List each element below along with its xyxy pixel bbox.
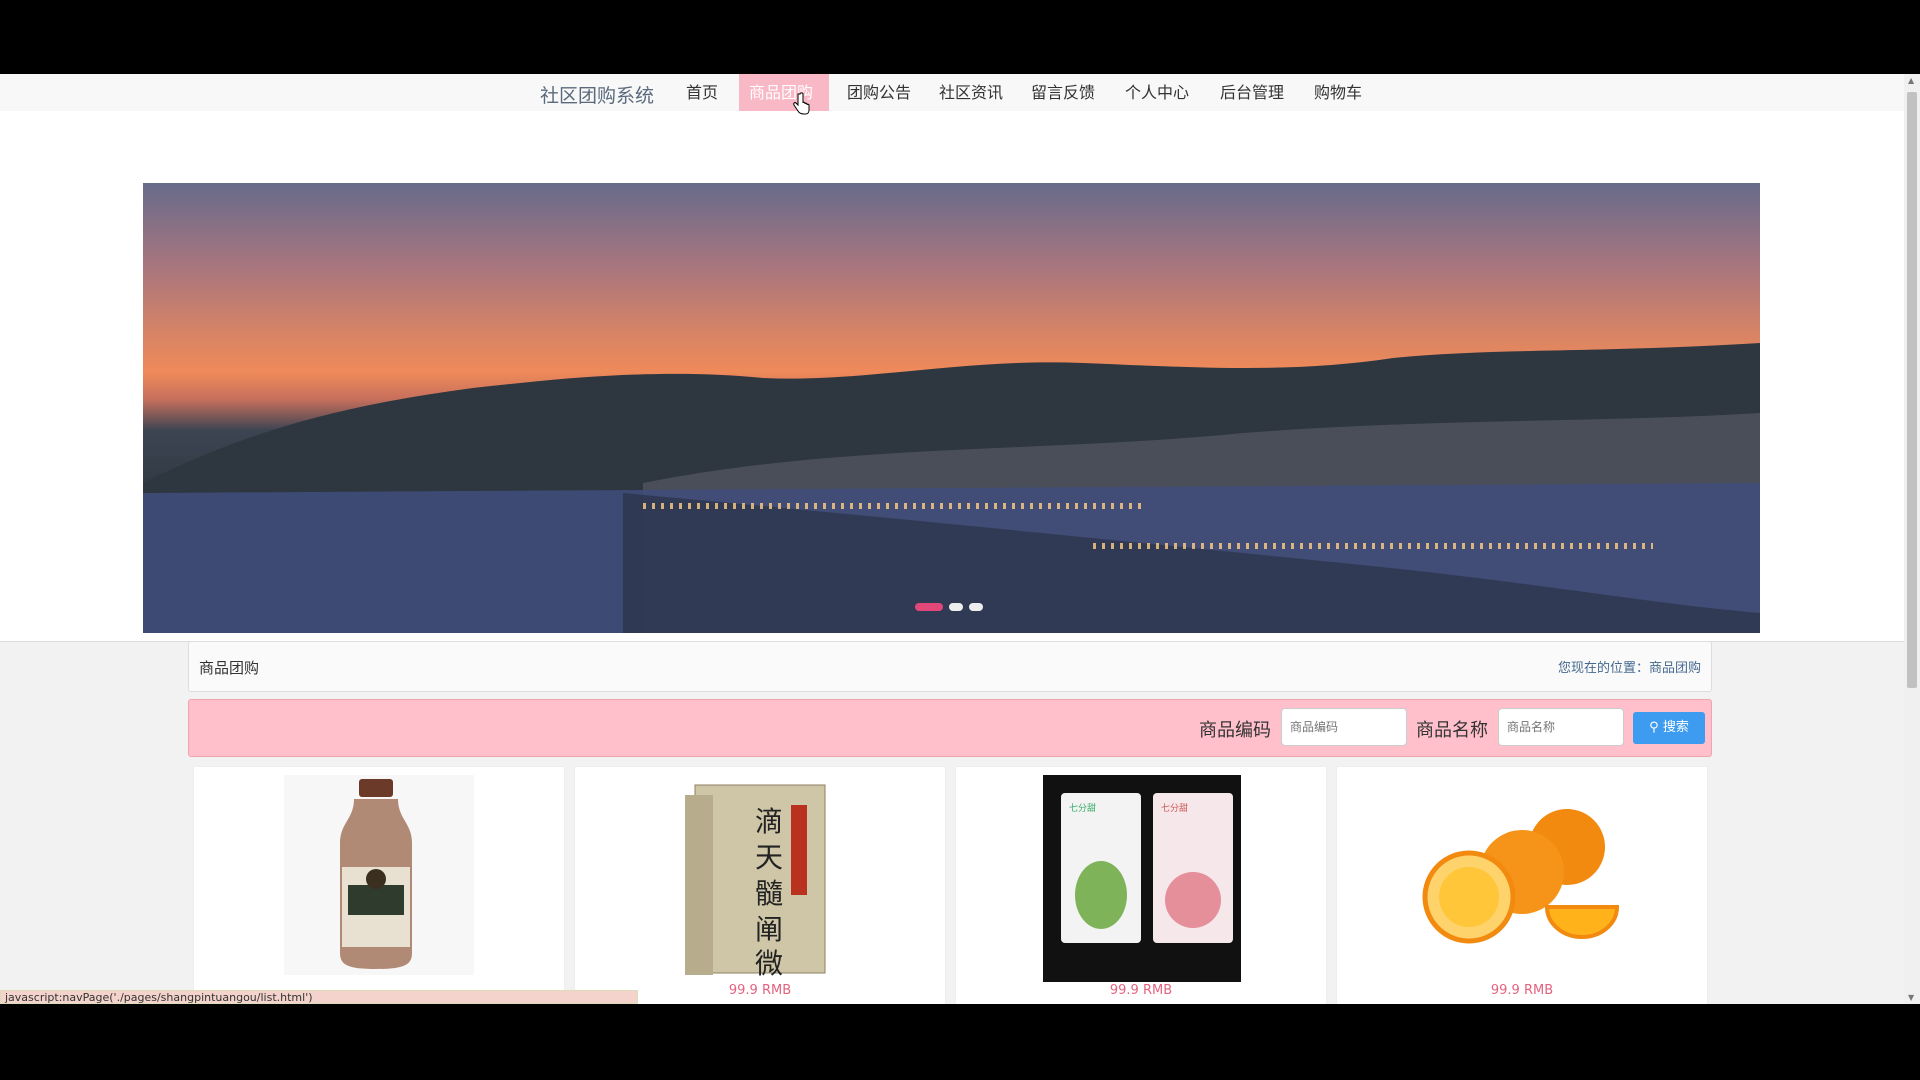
top-navbar: 社区团购系统 首页 商品团购 团购公告 社区资讯 留言反馈 个人中心 后台管理 … [0, 74, 1904, 115]
nav-item-feedback[interactable]: 留言反馈 [1021, 74, 1105, 111]
product-code-label: 商品编码 [1199, 720, 1271, 741]
carousel-dot-2[interactable] [949, 603, 963, 611]
scroll-down-icon[interactable]: ▼ [1908, 993, 1914, 1002]
nav-item-cart[interactable]: 购物车 [1304, 74, 1372, 111]
product-code-input[interactable] [1281, 708, 1407, 746]
scrollbar-thumb[interactable] [1907, 92, 1917, 688]
svg-text:髓: 髓 [755, 877, 783, 910]
product-name-label: 商品名称 [1416, 720, 1488, 741]
hand-cursor-icon [793, 92, 810, 115]
oranges-image [1422, 809, 1620, 944]
page-scrollbar[interactable]: ▲ ▼ [1904, 74, 1920, 1004]
harbor-lights [643, 503, 1143, 509]
search-icon: ⚲ [1649, 720, 1659, 735]
nav-item-group-buy[interactable]: 商品团购 [739, 74, 829, 111]
browser-status-url: javascript:navPage('./pages/shangpintuan… [0, 990, 638, 1004]
product-price: 99.9 RMB [1109, 983, 1173, 998]
search-bar: 商品编码 商品名称 ⚲ 搜索 [188, 699, 1712, 757]
nav-item-home[interactable]: 首页 [676, 74, 728, 111]
svg-text:阐: 阐 [755, 913, 783, 946]
site-brand[interactable]: 社区团购系统 [540, 81, 654, 108]
nav-item-personal-center[interactable]: 个人中心 [1115, 74, 1199, 111]
book-box-set-image: 滴 天 髓 阐 微 [685, 784, 826, 979]
carousel-dot-3[interactable] [969, 603, 983, 611]
search-button[interactable]: ⚲ 搜索 [1633, 712, 1705, 744]
svg-text:微: 微 [755, 947, 783, 979]
svg-text:七分甜: 七分甜 [1161, 802, 1188, 814]
product-card[interactable] [193, 766, 565, 1004]
carousel-indicators [915, 603, 983, 611]
search-button-label: 搜索 [1662, 720, 1689, 735]
svg-text:天: 天 [755, 841, 783, 874]
milk-tea-bottle-image [284, 775, 474, 975]
product-card[interactable]: 滴 天 髓 阐 微 99.9 RMB [574, 766, 946, 1004]
hero-banner-image[interactable] [143, 183, 1760, 633]
coastal-town-illustration [143, 343, 1760, 633]
nav-item-admin[interactable]: 后台管理 [1210, 74, 1294, 111]
browser-viewport: 社区团购系统 首页 商品团购 团购公告 社区资讯 留言反馈 个人中心 后台管理 … [0, 74, 1904, 1004]
harbor-lights [1093, 543, 1653, 549]
breadcrumb-location[interactable]: 您现在的位置：商品团购 [1558, 657, 1701, 676]
svg-text:滴: 滴 [755, 805, 783, 838]
product-price: 99.9 RMB [1490, 983, 1554, 998]
product-name-input[interactable] [1498, 708, 1624, 746]
carousel-dot-1[interactable] [915, 603, 943, 611]
scroll-up-icon[interactable]: ▲ [1908, 76, 1914, 85]
nav-item-announcements[interactable]: 团购公告 [837, 74, 921, 111]
page-title: 商品团购 [199, 659, 260, 677]
face-mask-packs-image: 七分甜 七分甜 [1043, 775, 1241, 982]
nav-item-community-news[interactable]: 社区资讯 [929, 74, 1013, 111]
product-card[interactable]: 99.9 RMB [1336, 766, 1708, 1004]
breadcrumb-bar: 商品团购 您现在的位置：商品团购 [188, 641, 1712, 692]
product-card[interactable]: 七分甜 七分甜 99.9 RMB [955, 766, 1327, 1004]
svg-text:七分甜: 七分甜 [1069, 802, 1096, 814]
